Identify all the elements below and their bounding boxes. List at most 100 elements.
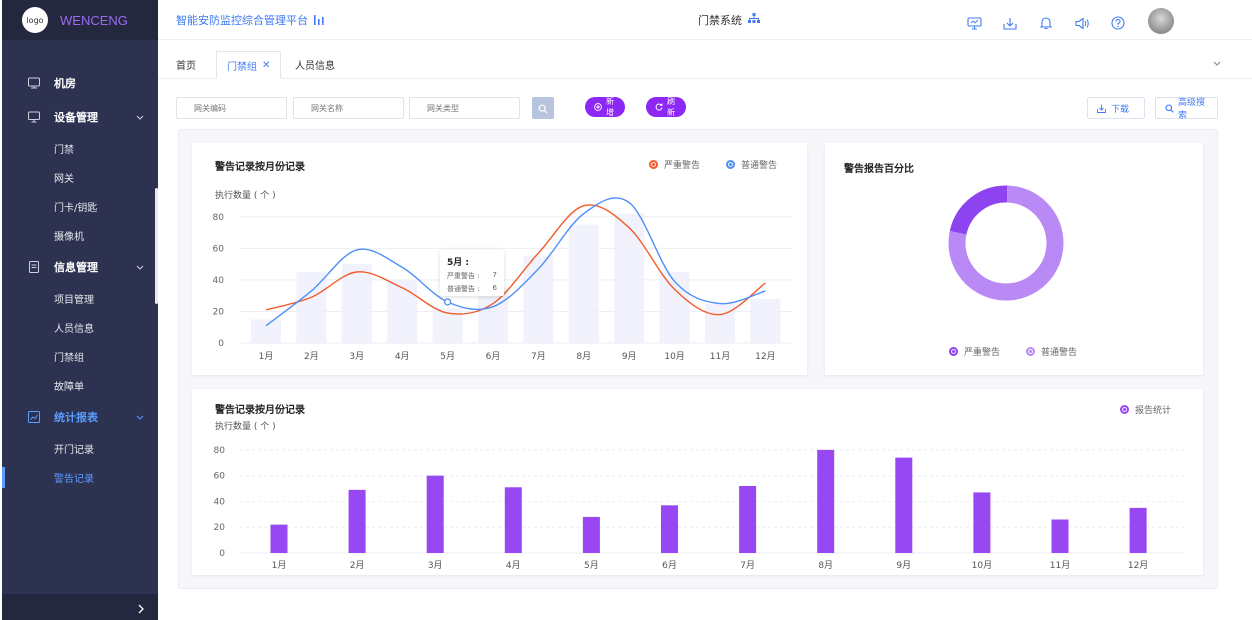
bar [1051, 519, 1069, 553]
sidebar-item-label: 门卡/钥匙 [54, 203, 98, 214]
sidebar-item-6[interactable]: 信息管理 [2, 250, 158, 284]
x-tick-label: 3月 [428, 560, 443, 571]
system-switcher[interactable]: 门禁系统 [698, 12, 760, 28]
background-bar [705, 303, 735, 343]
sidebar-item-7[interactable]: 项目管理 [2, 284, 158, 313]
download-icon[interactable] [1000, 13, 1020, 33]
y-tick-label: 40 [214, 497, 226, 507]
y-tick-label: 60 [213, 244, 225, 254]
tab-access-group-label: 门禁组 [227, 61, 257, 73]
donut-chart-card: 警告报告百分比 严重警告 普通警告 [825, 143, 1203, 375]
search-icon [538, 99, 548, 118]
x-tick-label: 9月 [622, 351, 637, 362]
legend-normal[interactable]: 普通警告 [726, 158, 777, 171]
x-tick-label: 1月 [272, 560, 287, 571]
sidebar-item-9[interactable]: 门禁组 [2, 342, 158, 371]
system-title: 门禁系统 [698, 14, 742, 27]
header-icons [964, 8, 1174, 36]
donut-slice-normal [948, 185, 1064, 301]
sidebar-item-label: 网关 [54, 174, 74, 185]
donut-legend-severe[interactable]: 严重警告 [949, 345, 1000, 358]
bar [1129, 507, 1147, 553]
donut-legend-severe-label: 严重警告 [964, 348, 1001, 358]
sidebar-item-10[interactable]: 故障单 [2, 371, 158, 400]
platform-title[interactable]: 智能安防监控综合管理平台 [176, 12, 324, 28]
x-tick-label: 7月 [740, 560, 755, 571]
tab-access-group[interactable]: 门禁组 ✕ [216, 51, 282, 79]
bar-legend[interactable]: 报告统计 [1120, 403, 1171, 416]
donut-legend-normal[interactable]: 普通警告 [1026, 345, 1077, 358]
bar-chart: 0 20 40 60 80 1月 2月 3月 4月 5月 6月 7月 8月 9月 10月 11月 12月 [214, 446, 1184, 571]
donut-legend-normal-label: 普通警告 [1041, 348, 1078, 358]
logo[interactable]: logo [22, 7, 48, 33]
refresh-button[interactable]: 刷新 [646, 97, 686, 117]
chevron-down-icon [136, 111, 144, 124]
sidebar-item-11[interactable]: 统计报表 [2, 400, 158, 434]
speaker-icon[interactable] [1072, 13, 1092, 33]
advanced-search-button[interactable]: 高级搜索 [1155, 97, 1218, 121]
y-tick-label: 60 [214, 472, 226, 482]
sidebar-item-label: 项目管理 [54, 295, 94, 306]
download-button-label: 下载 [1111, 104, 1130, 115]
tab-personnel-label: 人员信息 [295, 60, 335, 72]
add-button-label: 新增 [606, 97, 614, 117]
gateway-code-input[interactable] [176, 97, 287, 119]
document-icon [28, 261, 40, 273]
bar [270, 524, 288, 553]
sidebar: logo WENCENG 机房设备管理门禁网关门卡/钥匙摄像机 信息管理项目管理人… [2, 0, 158, 620]
tooltip-severe-row: 严重警告 : 7 [447, 271, 497, 281]
tooltip-severe-value: 7 [492, 271, 497, 279]
x-tick-label: 1月 [259, 351, 274, 362]
tab-home-label: 首页 [176, 60, 196, 72]
legend-severe[interactable]: 严重警告 [649, 158, 700, 171]
x-tick-label: 4月 [506, 560, 521, 571]
bar-chart-unit: 执行数量 ( 个 ) [215, 422, 276, 432]
download-icon [1097, 104, 1106, 113]
search-button[interactable] [532, 97, 554, 119]
bar [895, 457, 913, 553]
close-tab-icon[interactable]: ✕ [262, 60, 270, 71]
user-avatar[interactable] [1148, 8, 1174, 34]
sidebar-item-label: 人员信息 [54, 324, 94, 335]
screen-icon[interactable] [964, 13, 984, 33]
download-button[interactable]: 下载 [1087, 97, 1145, 119]
logo-bar: logo WENCENG [2, 0, 158, 40]
sidebar-item-label: 设备管理 [54, 111, 98, 124]
background-bar [432, 308, 463, 343]
sidebar-item-3[interactable]: 网关 [2, 163, 158, 192]
chevron-down-icon[interactable] [1212, 53, 1222, 72]
help-icon[interactable] [1108, 13, 1128, 33]
org-tree-icon [748, 13, 760, 27]
bar [739, 485, 757, 553]
sidebar-item-12[interactable]: 开门记录 [2, 434, 158, 463]
add-button[interactable]: 新增 [585, 97, 625, 117]
line-chart-title: 警告记录按月份记录 [215, 162, 305, 173]
sidebar-item-label: 统计报表 [54, 411, 98, 424]
background-bar [523, 256, 554, 343]
donut-chart-title: 警告报告百分比 [844, 164, 914, 175]
sidebar-item-2[interactable]: 门禁 [2, 134, 158, 163]
severe-dot-icon [649, 160, 658, 169]
sidebar-item-8[interactable]: 人员信息 [2, 313, 158, 342]
platform-title-text: 智能安防监控综合管理平台 [176, 14, 308, 27]
sidebar-item-4[interactable]: 门卡/钥匙 [2, 192, 158, 221]
bar [817, 449, 835, 553]
sidebar-item-13[interactable]: 警告记录 [2, 463, 158, 492]
normal-series-line [265, 197, 766, 327]
tab-home[interactable]: 首页 [176, 51, 196, 77]
gateway-name-input[interactable] [293, 97, 404, 119]
bell-icon[interactable] [1036, 13, 1056, 33]
sidebar-item-label: 机房 [54, 77, 76, 90]
gateway-type-input[interactable] [409, 97, 520, 119]
expand-sidebar-icon[interactable] [136, 600, 146, 619]
sidebar-item-5[interactable]: 摄像机 [2, 221, 158, 250]
bar-chart-icon [314, 13, 324, 28]
tab-personnel[interactable]: 人员信息 [295, 51, 335, 77]
sidebar-item-1[interactable]: 设备管理 [2, 100, 158, 134]
bar [348, 489, 366, 553]
sidebar-item-0[interactable]: 机房 [2, 66, 158, 100]
sidebar-scrollbar[interactable] [155, 188, 158, 304]
tooltip-normal-label: 普通警告 : [447, 285, 480, 293]
background-bar [478, 287, 508, 343]
plus-circle-icon [594, 103, 602, 111]
